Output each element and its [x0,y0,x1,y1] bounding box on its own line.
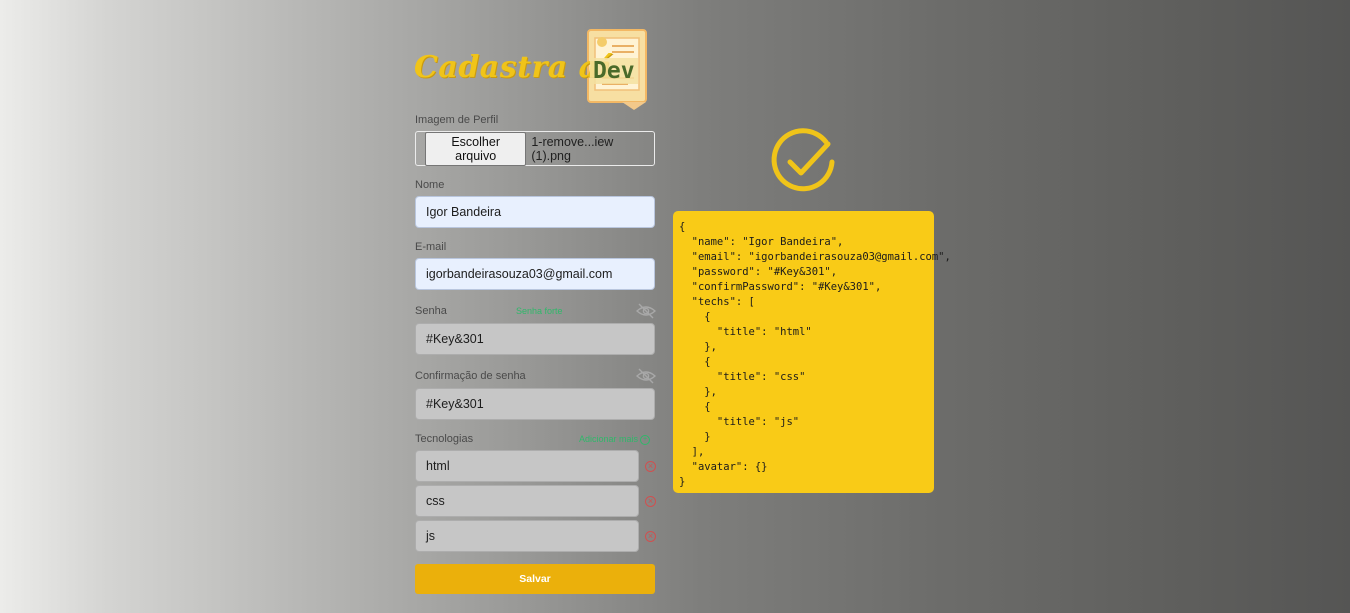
save-button[interactable]: Salvar [415,564,655,594]
close-circle-icon[interactable]: × [645,496,656,507]
avatar-file-input[interactable]: Escolher arquivo 1-remove...iew (1).png [415,131,655,166]
logo-title: Cadastra aí [414,50,611,85]
app-logo: Cadastra aí Dev [414,26,658,112]
check-circle-icon [771,128,835,192]
add-tech-button[interactable]: Adicionar mais + [579,434,651,445]
techs-label: Tecnologias [415,433,474,445]
close-circle-icon[interactable]: × [645,531,656,542]
tech-input[interactable]: html [415,450,639,482]
email-input[interactable]: igorbandeirasouza03@gmail.com [415,258,655,290]
password-input[interactable]: #Key&301 [415,323,655,355]
email-label: E-mail [415,241,447,253]
eye-slash-icon[interactable] [636,368,656,384]
tech-input[interactable]: js [415,520,639,552]
avatar-filename: 1-remove...iew (1).png [531,134,614,163]
json-output-panel: { "name": "Igor Bandeira", "email": "igo… [673,211,951,493]
tech-input[interactable]: css [415,485,639,517]
choose-file-button[interactable]: Escolher arquivo [425,131,527,166]
eye-slash-icon[interactable] [636,303,656,319]
password-strength-indicator: Senha forte [516,306,563,316]
confirm-password-input[interactable]: #Key&301 [415,388,655,420]
name-label: Nome [415,179,445,191]
name-input[interactable]: Igor Bandeira [415,196,655,228]
confirm-password-label: Confirmação de senha [415,370,526,382]
close-circle-icon[interactable]: × [645,461,656,472]
avatar-label: Imagem de Perfil [415,114,499,126]
json-output: { "name": "Igor Bandeira", "email": "igo… [679,221,951,488]
password-label: Senha [415,305,447,317]
logo-badge: Dev [590,58,638,84]
plus-circle-icon: + [640,434,651,445]
add-tech-label: Adicionar mais [579,434,639,444]
